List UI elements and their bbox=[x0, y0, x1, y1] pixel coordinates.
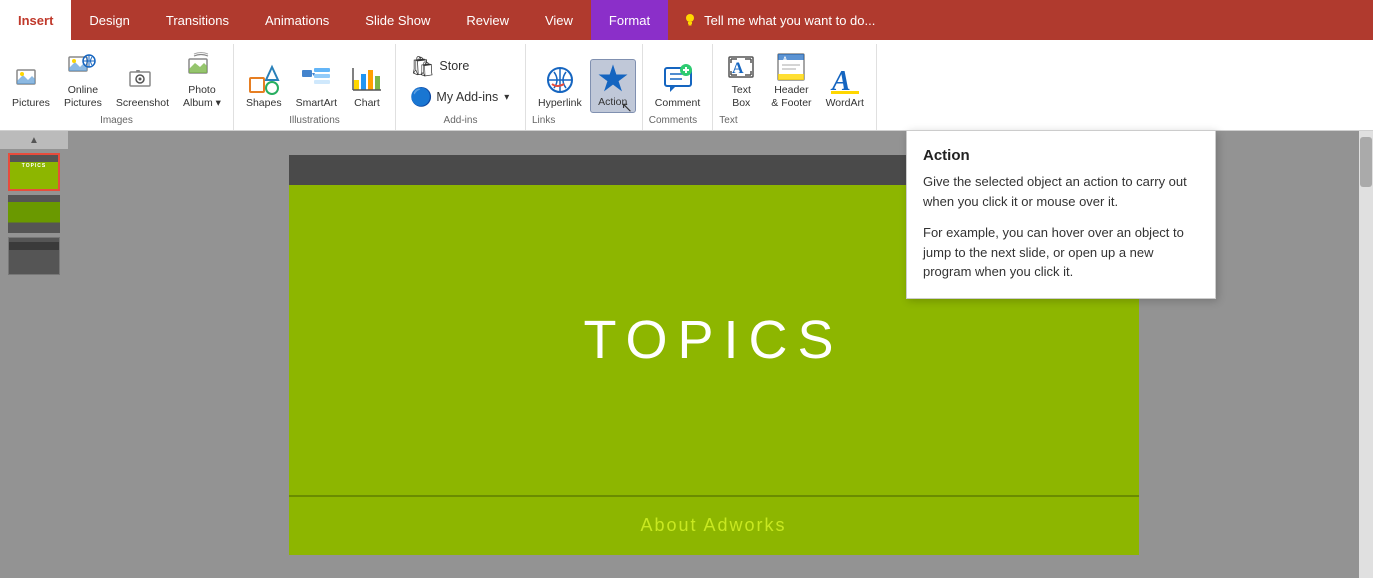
group-illustrations: Shapes SmartArt bbox=[234, 44, 396, 130]
store-icon: 🛍 bbox=[410, 54, 435, 79]
tooltip-para2: For example, you can hover over an objec… bbox=[923, 223, 1199, 282]
tooltip-title: Action bbox=[923, 147, 1199, 164]
text-box-icon: A bbox=[725, 52, 757, 84]
btn-photo-album[interactable]: PhotoAlbum ▾ bbox=[177, 48, 227, 113]
tab-insert[interactable]: Insert bbox=[0, 0, 71, 40]
btn-wordart[interactable]: A WordArt bbox=[820, 61, 870, 114]
tab-view[interactable]: View bbox=[527, 0, 591, 40]
action-tooltip: Action Give the selected object an actio… bbox=[906, 130, 1216, 299]
hyperlink-label: Hyperlink bbox=[538, 97, 582, 110]
svg-text:A: A bbox=[783, 57, 787, 63]
smartart-label: SmartArt bbox=[296, 97, 337, 110]
online-pictures-label: OnlinePictures bbox=[64, 84, 102, 109]
slide-footer-area: About Adworks bbox=[289, 495, 1139, 555]
btn-online-pictures[interactable]: OnlinePictures bbox=[58, 48, 108, 113]
photo-album-icon bbox=[186, 52, 218, 84]
slide-thumb-1[interactable]: TOPICS bbox=[8, 153, 60, 191]
tell-me-label: Tell me what you want to do... bbox=[704, 13, 875, 28]
smartart-icon bbox=[300, 65, 332, 97]
btn-shapes[interactable]: Shapes bbox=[240, 61, 288, 114]
slide-title: TOPICS bbox=[583, 309, 843, 371]
images-group-label: Images bbox=[100, 113, 133, 128]
chart-label: Chart bbox=[354, 97, 380, 110]
ribbon: Insert Design Transitions Animations Sli… bbox=[0, 0, 1373, 131]
addins-group-label: Add-ins bbox=[404, 113, 517, 128]
comment-icon bbox=[662, 65, 694, 97]
tab-transitions[interactable]: Transitions bbox=[148, 0, 247, 40]
group-links: Hyperlink Action ↖ Links bbox=[526, 44, 643, 130]
my-addins-arrow: ▾ bbox=[504, 92, 509, 103]
btn-store[interactable]: 🛍 Store bbox=[404, 51, 517, 82]
group-addins: 🛍 Store 🔵 My Add-ins ▾ Add-ins bbox=[396, 44, 526, 130]
my-addins-icon: 🔵 bbox=[410, 87, 432, 108]
header-footer-label: Header& Footer bbox=[771, 84, 811, 109]
illustrations-group-label: Illustrations bbox=[289, 113, 340, 128]
tab-design[interactable]: Design bbox=[71, 0, 147, 40]
slide-thumb-2[interactable] bbox=[8, 195, 60, 233]
btn-hyperlink[interactable]: Hyperlink bbox=[532, 61, 588, 114]
my-addins-label: My Add-ins bbox=[436, 90, 498, 104]
screenshot-icon bbox=[126, 65, 158, 97]
tab-tell-me[interactable]: Tell me what you want to do... bbox=[668, 0, 889, 40]
store-label: Store bbox=[439, 59, 469, 73]
group-comments: Comment Comments bbox=[643, 44, 714, 130]
comments-group-label: Comments bbox=[649, 113, 707, 128]
vertical-scrollbar[interactable] bbox=[1359, 131, 1373, 578]
scroll-thumb[interactable] bbox=[1360, 137, 1372, 187]
btn-my-addins[interactable]: 🔵 My Add-ins ▾ bbox=[404, 84, 517, 111]
illustrations-items: Shapes SmartArt bbox=[240, 48, 389, 113]
scroll-up-button[interactable]: ▲ bbox=[0, 131, 68, 149]
shapes-icon bbox=[248, 65, 280, 97]
tab-format[interactable]: Format bbox=[591, 0, 668, 40]
group-text: A TextBox bbox=[713, 44, 877, 130]
header-footer-icon: A bbox=[775, 52, 807, 84]
ribbon-content: Pictures bbox=[0, 40, 1373, 131]
wordart-icon: A bbox=[829, 65, 861, 97]
tab-animations[interactable]: Animations bbox=[247, 0, 347, 40]
hyperlink-icon bbox=[544, 65, 576, 97]
screenshot-label: Screenshot bbox=[116, 97, 169, 110]
btn-comment[interactable]: Comment bbox=[649, 61, 707, 114]
group-images: Pictures bbox=[0, 44, 234, 130]
btn-screenshot[interactable]: Screenshot bbox=[110, 61, 175, 114]
tab-slideshow[interactable]: Slide Show bbox=[347, 0, 448, 40]
slide-footer-text: About Adworks bbox=[640, 515, 786, 536]
slide-panel: ▲ TOPICS bbox=[0, 131, 68, 578]
tooltip-para1: Give the selected object an action to ca… bbox=[923, 172, 1199, 211]
text-box-label: TextBox bbox=[732, 84, 751, 109]
online-pictures-icon bbox=[67, 52, 99, 84]
scroll-up-icon: ▲ bbox=[29, 135, 39, 146]
slide-thumb-3[interactable] bbox=[8, 237, 60, 275]
tab-review[interactable]: Review bbox=[448, 0, 527, 40]
wordart-label: WordArt bbox=[826, 97, 864, 110]
lightbulb-icon bbox=[682, 12, 698, 28]
cursor-indicator: ↖ bbox=[621, 99, 633, 116]
pictures-label: Pictures bbox=[12, 97, 50, 110]
images-items: Pictures bbox=[6, 48, 227, 113]
chart-icon bbox=[351, 65, 383, 97]
btn-smartart[interactable]: SmartArt bbox=[290, 61, 343, 114]
text-group-label: Text bbox=[719, 113, 870, 128]
btn-text-box[interactable]: A TextBox bbox=[719, 48, 763, 113]
photo-album-label: PhotoAlbum ▾ bbox=[183, 84, 221, 109]
slide-thumbnails: TOPICS bbox=[0, 149, 68, 279]
tabs-bar: Insert Design Transitions Animations Sli… bbox=[0, 0, 1373, 40]
btn-header-footer[interactable]: A Header& Footer bbox=[765, 48, 817, 113]
comment-label: Comment bbox=[655, 97, 701, 110]
shapes-label: Shapes bbox=[246, 97, 282, 110]
action-icon bbox=[597, 64, 629, 96]
btn-pictures[interactable]: Pictures bbox=[6, 61, 56, 114]
btn-chart[interactable]: Chart bbox=[345, 61, 389, 114]
tooltip-body: Give the selected object an action to ca… bbox=[923, 172, 1199, 282]
btn-action[interactable]: Action ↖ bbox=[590, 59, 636, 114]
pictures-icon bbox=[15, 65, 47, 97]
